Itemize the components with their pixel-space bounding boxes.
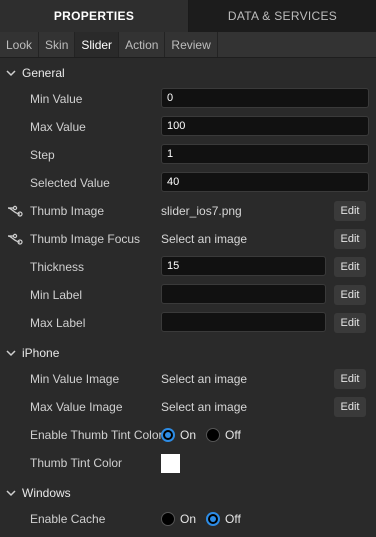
cache-on-label: On	[180, 512, 197, 526]
tab-properties[interactable]: PROPERTIES	[0, 0, 189, 32]
chevron-down-icon	[6, 350, 16, 357]
row-enable-thumb-tint: Enable Thumb Tint Color On Off	[0, 422, 376, 448]
row-max-value: Max Value 100	[0, 114, 376, 140]
row-min-value: Min Value 0	[0, 86, 376, 112]
section-windows[interactable]: Windows	[0, 482, 376, 504]
step-label: Step	[30, 148, 55, 162]
row-min-label: Min Label Edit	[0, 282, 376, 308]
min-value-field[interactable]: 0	[161, 88, 369, 108]
max-value-label: Max Value	[30, 120, 86, 134]
thumb-image-label: Thumb Image	[30, 204, 105, 218]
max-label-label: Max Label	[30, 316, 86, 330]
min-label-edit-button[interactable]: Edit	[334, 285, 366, 305]
row-step: Step 1	[0, 142, 376, 168]
selected-value-label: Selected Value	[30, 176, 110, 190]
chevron-down-icon	[6, 70, 16, 77]
cache-on-radio[interactable]	[161, 512, 175, 526]
max-value-image-edit-button[interactable]: Edit	[334, 397, 366, 417]
row-thumb-image-focus: Thumb Image Focus Select an image Edit	[0, 226, 376, 252]
section-general[interactable]: General	[0, 62, 376, 84]
tab-action[interactable]: Action	[119, 32, 166, 57]
min-value-image-label: Min Value Image	[30, 372, 120, 386]
tab-slider[interactable]: Slider	[75, 32, 120, 57]
thumb-tint-color-label: Thumb Tint Color	[30, 456, 123, 470]
top-tab-bar: PROPERTIES DATA & SERVICES	[0, 0, 376, 32]
cache-off-label: Off	[225, 512, 241, 526]
min-value-image-edit-button[interactable]: Edit	[334, 369, 366, 389]
max-value-field[interactable]: 100	[161, 116, 369, 136]
thumb-image-focus-value: Select an image	[161, 232, 248, 246]
section-iphone[interactable]: iPhone	[0, 342, 376, 364]
row-selected-value: Selected Value 40	[0, 170, 376, 196]
cache-off-radio[interactable]	[206, 512, 221, 526]
max-label-edit-button[interactable]: Edit	[334, 313, 366, 333]
row-enable-cache: Enable Cache On Off	[0, 506, 376, 532]
tab-skin[interactable]: Skin	[39, 32, 76, 57]
row-thumb-image: Thumb Image slider_ios7.png Edit	[0, 198, 376, 224]
thumb-tint-off-radio[interactable]	[206, 428, 221, 442]
step-field[interactable]: 1	[161, 144, 369, 164]
tab-look[interactable]: Look	[0, 32, 40, 57]
skin-link-icon	[7, 205, 23, 217]
thumb-image-focus-edit-button[interactable]: Edit	[334, 229, 366, 249]
thickness-edit-button[interactable]: Edit	[334, 257, 366, 277]
row-max-value-image: Max Value Image Select an image Edit	[0, 394, 376, 420]
enable-thumb-tint-label: Enable Thumb Tint Color	[30, 428, 163, 442]
min-label-field[interactable]	[161, 284, 326, 304]
thumb-image-focus-label: Thumb Image Focus	[30, 232, 141, 246]
section-iphone-title: iPhone	[22, 346, 60, 360]
thickness-field[interactable]: 15	[161, 256, 326, 276]
tab-data-services[interactable]: DATA & SERVICES	[189, 0, 376, 32]
sub-tab-bar: Look Skin Slider Action Review	[0, 32, 376, 58]
row-thickness: Thickness 15 Edit	[0, 254, 376, 280]
skin-link-icon	[7, 233, 23, 245]
selected-value-field[interactable]: 40	[161, 172, 369, 192]
thumb-image-edit-button[interactable]: Edit	[334, 201, 366, 221]
chevron-down-icon	[6, 490, 16, 497]
thumb-tint-on-radio[interactable]	[161, 428, 175, 442]
row-thumb-tint-color: Thumb Tint Color	[0, 450, 376, 476]
thumb-tint-off-label: Off	[225, 428, 241, 442]
tab-review[interactable]: Review	[165, 32, 218, 57]
max-label-field[interactable]	[161, 312, 326, 332]
min-value-label: Min Value	[30, 92, 83, 106]
min-label-label: Min Label	[30, 288, 83, 302]
min-value-image-value: Select an image	[161, 372, 248, 386]
thickness-label: Thickness	[30, 260, 85, 274]
enable-cache-radio-group: On Off	[161, 506, 251, 532]
thumb-tint-on-label: On	[180, 428, 197, 442]
row-min-value-image: Min Value Image Select an image Edit	[0, 366, 376, 392]
section-general-title: General	[22, 66, 65, 80]
thumb-tint-color-swatch[interactable]	[161, 454, 180, 473]
row-max-label: Max Label Edit	[0, 310, 376, 336]
max-value-image-label: Max Value Image	[30, 400, 123, 414]
max-value-image-value: Select an image	[161, 400, 248, 414]
enable-cache-label: Enable Cache	[30, 512, 106, 526]
enable-thumb-tint-radio-group: On Off	[161, 422, 251, 448]
section-windows-title: Windows	[22, 486, 71, 500]
thumb-image-value: slider_ios7.png	[161, 204, 242, 218]
